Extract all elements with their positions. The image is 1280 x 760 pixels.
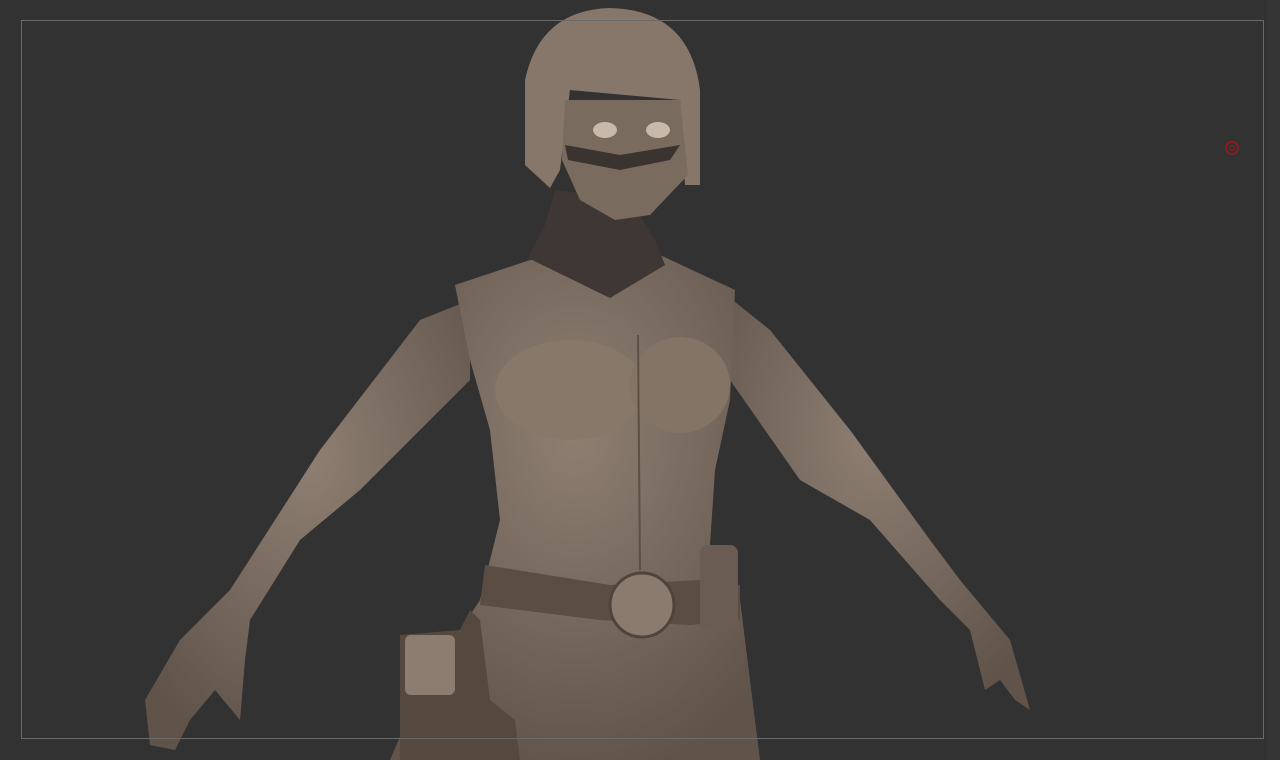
zbrush-canvas[interactable] xyxy=(0,0,1280,760)
document-frame xyxy=(21,20,1264,739)
circle-target-icon[interactable] xyxy=(1225,141,1239,155)
